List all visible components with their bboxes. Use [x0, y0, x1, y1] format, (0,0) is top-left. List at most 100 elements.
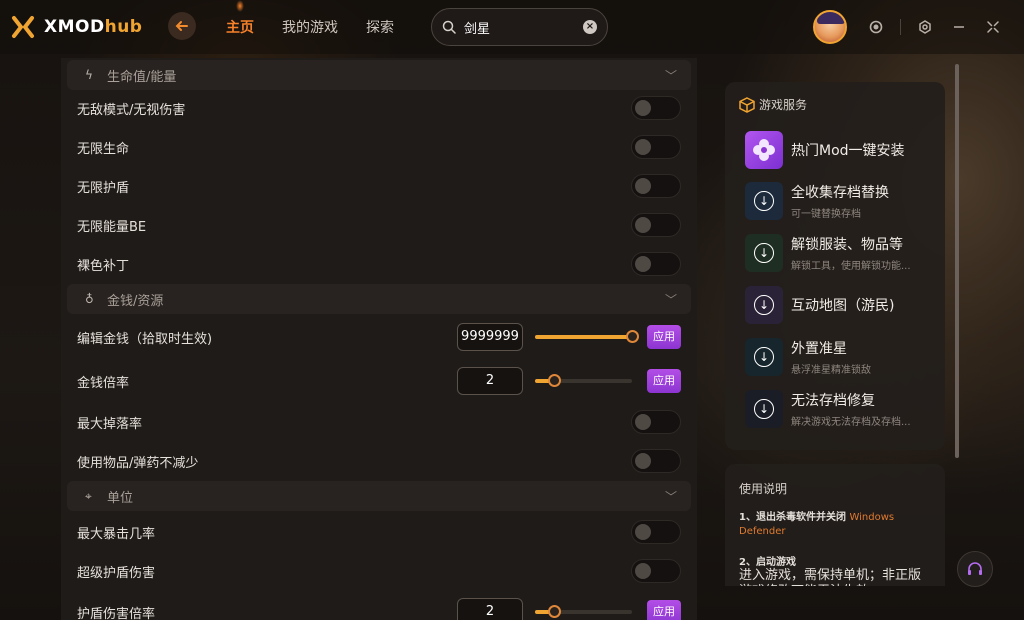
- service-subtitle: 悬浮准星精准锁敌: [791, 365, 871, 376]
- toggle-knob: [635, 563, 651, 579]
- minimize-icon[interactable]: [949, 17, 969, 37]
- back-button[interactable]: [168, 12, 196, 40]
- toggle-switch[interactable]: [631, 252, 681, 276]
- maximize-icon[interactable]: [983, 17, 1003, 37]
- nav-explore[interactable]: 探索: [366, 17, 394, 37]
- service-item[interactable]: ↓ 互动地图（游民): [745, 285, 941, 325]
- instruction-step-1: 1、退出杀毒软件并关闭 Windows Defender: [739, 511, 931, 539]
- service-title: 互动地图（游民): [791, 298, 895, 314]
- nav-home[interactable]: 主页: [226, 17, 254, 37]
- apply-button[interactable]: 应用: [647, 369, 681, 393]
- toggle-switch[interactable]: [631, 520, 681, 544]
- toggle-switch[interactable]: [631, 174, 681, 198]
- option-label: 无限生命: [77, 141, 130, 157]
- search-input[interactable]: [464, 19, 574, 35]
- app-logo[interactable]: XMODhub: [10, 14, 142, 40]
- download-icon: ↓: [754, 243, 774, 263]
- services-title: 游戏服务: [759, 98, 808, 112]
- money-slider[interactable]: [535, 330, 639, 343]
- option-row: 无限能量BE: [77, 210, 681, 240]
- money-multiplier-slider[interactable]: [535, 374, 632, 387]
- toggle-knob: [635, 414, 651, 430]
- slider-thumb[interactable]: [626, 330, 639, 343]
- option-row: 无敌模式/无视伤害: [77, 93, 681, 123]
- service-item[interactable]: ↓ 无法存档修复 解决游戏无法存档及存档...: [745, 389, 941, 429]
- service-item[interactable]: ↓ 外置准星 悬浮准星精准锁敌: [745, 337, 941, 377]
- avatar[interactable]: [813, 10, 847, 44]
- download-icon: ↓: [754, 295, 774, 315]
- section-header-money[interactable]: ♁ 金钱/资源 ﹀: [67, 284, 691, 314]
- flower-shape: [753, 139, 775, 161]
- apply-button[interactable]: 应用: [647, 600, 681, 620]
- service-thumb: ↓: [745, 390, 783, 428]
- unit-icon: ⌖: [85, 488, 92, 503]
- option-row: 最大暴击几率: [77, 517, 681, 547]
- gear-shape: [919, 20, 931, 34]
- option-label: 无限护盾: [77, 180, 130, 196]
- chevron-down-icon: ﹀: [664, 292, 677, 307]
- section-header-unit[interactable]: ⌖ 单位 ﹀: [67, 481, 691, 511]
- service-item[interactable]: ↓ 全收集存档替换 可一键替换存档: [745, 181, 941, 221]
- download-icon: ↓: [754, 399, 774, 419]
- instruction-step-2-title: 2、启动游戏: [739, 557, 796, 568]
- toggle-switch[interactable]: [631, 410, 681, 434]
- shield-multiplier-input[interactable]: 2: [457, 598, 523, 620]
- option-label: 使用物品/弹药不减少: [77, 455, 199, 471]
- option-row: 使用物品/弹药不减少: [77, 446, 681, 476]
- nav-my-games[interactable]: 我的游戏: [282, 17, 338, 37]
- chevron-down-icon: ﹀: [664, 489, 677, 504]
- toggle-knob: [635, 256, 651, 272]
- cheat-options-panel: ϟ 生命值/能量 ﹀ 无敌模式/无视伤害 无限生命 无限护盾 无限能量BE 裸色…: [61, 58, 697, 620]
- apply-button[interactable]: 应用: [647, 325, 681, 349]
- section-title: 金钱/资源: [107, 293, 164, 309]
- scrollbar[interactable]: [955, 64, 959, 458]
- step-1-text: 1、退出杀毒软件并关闭: [739, 512, 846, 523]
- arrow-left-icon: [175, 21, 188, 31]
- section-title: 单位: [107, 490, 134, 506]
- option-label: 最大掉落率: [77, 416, 143, 432]
- service-item[interactable]: 热门Mod一键安装: [745, 130, 941, 170]
- search-box[interactable]: ×: [431, 8, 608, 46]
- support-button[interactable]: [957, 551, 993, 587]
- toggle-switch[interactable]: [631, 96, 681, 120]
- section-header-health[interactable]: ϟ 生命值/能量 ﹀: [67, 60, 691, 90]
- settings-icon[interactable]: [915, 17, 935, 37]
- money-value-input[interactable]: 9999999: [457, 323, 523, 351]
- money-bag-icon: ♁: [85, 292, 94, 306]
- slider-fill: [535, 335, 632, 339]
- toggle-switch[interactable]: [631, 559, 681, 583]
- bell-shape: [869, 20, 883, 34]
- chevron-down-icon: ﹀: [664, 68, 677, 83]
- money-multiplier-input[interactable]: 2: [457, 367, 523, 395]
- service-title: 热门Mod一键安装: [791, 143, 905, 159]
- option-label: 金钱倍率: [77, 375, 130, 391]
- toggle-switch[interactable]: [631, 213, 681, 237]
- service-texts: 解锁服装、物品等 解锁工具，使用解锁功能...: [791, 234, 911, 272]
- option-row: 最大掉落率: [77, 407, 681, 437]
- lightning-icon: ϟ: [85, 68, 93, 82]
- toggle-switch[interactable]: [631, 135, 681, 159]
- notification-icon[interactable]: [866, 17, 886, 37]
- option-label: 编辑金钱（拾取时生效): [77, 331, 213, 347]
- toolbar-divider: [900, 19, 901, 35]
- option-row: 裸色补丁: [77, 249, 681, 279]
- option-label: 最大暴击几率: [77, 526, 156, 542]
- game-services-card: 游戏服务 热门Mod一键安装 ↓ 全收集存档替换 可一键替换存档 ↓ 解锁服装、…: [725, 82, 945, 450]
- service-subtitle: 解决游戏无法存档及存档...: [791, 417, 911, 428]
- close-icon[interactable]: ×: [583, 20, 597, 34]
- xmod-logo-icon: [12, 16, 34, 38]
- toggle-switch[interactable]: [631, 449, 681, 473]
- service-item[interactable]: ↓ 解锁服装、物品等 解锁工具，使用解锁功能...: [745, 233, 941, 273]
- search-icon: [442, 20, 456, 34]
- option-label: 护盾伤害倍率: [77, 606, 156, 620]
- shield-multiplier-slider[interactable]: [535, 605, 632, 618]
- minimize-shape: [954, 26, 964, 28]
- maximize-shape: [987, 21, 999, 33]
- avatar-hair: [817, 12, 845, 24]
- service-title: 无法存档修复: [791, 393, 875, 409]
- service-title: 外置准星: [791, 341, 847, 357]
- headset-icon: [968, 562, 982, 575]
- service-texts: 热门Mod一键安装: [791, 140, 905, 160]
- main-nav: 主页 我的游戏 探索: [226, 17, 422, 37]
- service-title: 解锁服装、物品等: [791, 237, 903, 253]
